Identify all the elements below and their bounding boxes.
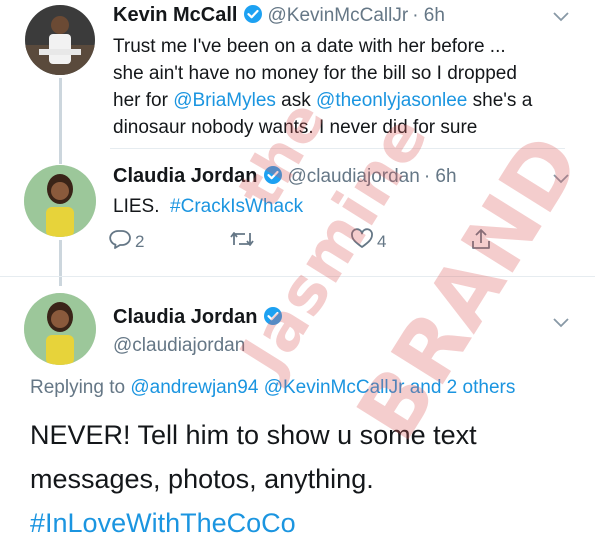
tweet1-text: Trust me I've been on a date with her be… [113, 33, 583, 141]
tweet1-text-line: dinosaur nobody wants. I never did for s… [113, 117, 478, 138]
tweet3-handle[interactable]: @claudiajordan [113, 335, 287, 357]
tweet2-author-name[interactable]: Claudia Jordan [113, 165, 257, 187]
tweet1-text-line: Trust me I've been on a date with her be… [113, 36, 506, 57]
like-button[interactable]: 4 [350, 228, 386, 255]
tweet1-text-line: she ain't have no money for the bill so … [113, 63, 517, 84]
verified-badge-icon [263, 165, 283, 190]
tweet3-text-line: NEVER! Tell him to show u some text [30, 420, 477, 450]
tweet1-text-fragment: her for [113, 90, 174, 111]
mention-link[interactable]: @BriaMyles [173, 90, 276, 111]
avatar-kevin-mccall[interactable] [25, 5, 95, 75]
share-icon [470, 227, 492, 256]
tweet1-text-fragment: ask [275, 90, 317, 111]
tweet1-text-line: her for @BriaMyles ask @theonlyjasonlee … [113, 87, 583, 114]
mention-link[interactable]: @andrewjan94 [130, 377, 258, 398]
chevron-down-icon[interactable] [552, 10, 570, 28]
tweet2-timestamp[interactable]: · 6h [424, 166, 457, 187]
share-button[interactable] [470, 227, 492, 256]
reply-count: 2 [135, 231, 145, 251]
replying-to-label: Replying to [30, 377, 126, 398]
thread-connector-line [59, 78, 62, 164]
mention-link[interactable]: @KevinMcCallJr [264, 377, 405, 398]
retweet-button[interactable] [228, 228, 259, 255]
tweet3-author-name[interactable]: Claudia Jordan [113, 306, 257, 328]
retweet-icon [228, 228, 256, 255]
tweet2-text-fragment: LIES. [113, 196, 160, 217]
tweet1-text-fragment: she's a [467, 90, 533, 111]
reply-button[interactable]: 2 [108, 228, 144, 255]
tweet1-author-name[interactable]: Kevin McCall [113, 4, 237, 26]
hashtag-link[interactable]: #CrackIsWhack [170, 196, 303, 217]
avatar-claudia-jordan[interactable] [24, 293, 96, 365]
hashtag-link[interactable]: #InLoveWithTheCoCo [30, 501, 477, 545]
tweet1-timestamp[interactable]: · 6h [412, 5, 445, 26]
verified-badge-icon [243, 4, 263, 29]
thread-connector-line [59, 240, 62, 286]
tweet3-replying-to: Replying to @andrewjan94 @KevinMcCallJr … [30, 377, 515, 399]
like-icon [350, 228, 374, 255]
reply-icon [108, 228, 132, 255]
avatar-claudia-jordan[interactable] [24, 165, 96, 237]
tweet2-handle[interactable]: @claudiajordan [287, 166, 419, 187]
tweet1-handle[interactable]: @KevinMcCallJr [267, 5, 408, 26]
tweet1-header: Kevin McCall @KevinMcCallJr · 6h [113, 4, 445, 29]
verified-badge-icon [263, 306, 283, 331]
divider [0, 276, 595, 277]
chevron-down-icon[interactable] [552, 172, 570, 190]
tweet2-text: LIES. #CrackIsWhack [113, 193, 303, 220]
tweet2-header: Claudia Jordan @claudiajordan · 6h [113, 165, 457, 190]
divider [110, 148, 565, 149]
tweet3-text: NEVER! Tell him to show u some text mess… [30, 413, 477, 545]
tweet3-text-line: messages, photos, anything. [30, 464, 374, 494]
like-count: 4 [377, 231, 387, 251]
replying-others-link[interactable]: and 2 others [410, 377, 516, 398]
mention-link[interactable]: @theonlyjasonlee [316, 90, 467, 111]
tweet3-header: Claudia Jordan @claudiajordan [113, 306, 287, 357]
tweet3-name-row: Claudia Jordan [113, 306, 287, 331]
chevron-down-icon[interactable] [552, 316, 570, 334]
